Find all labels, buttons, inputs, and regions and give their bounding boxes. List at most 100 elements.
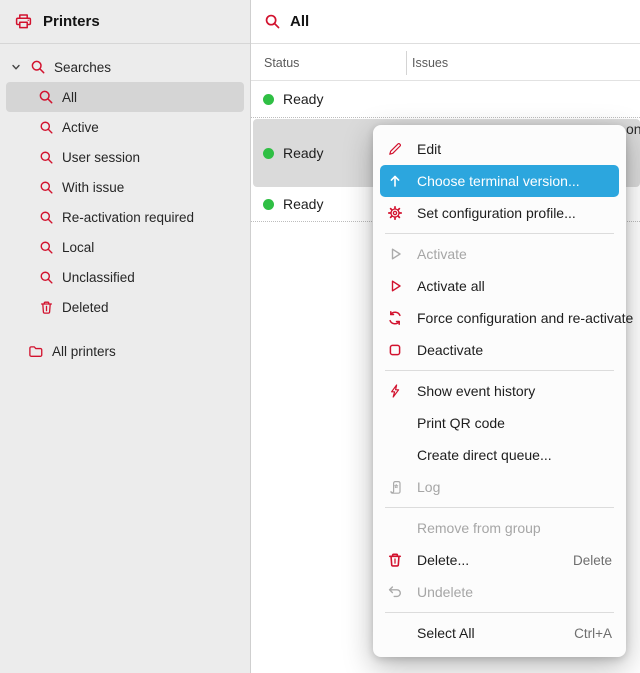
truncated-issue-text: on xyxy=(626,121,640,137)
menu-item-activate-all[interactable]: Activate all xyxy=(373,270,626,302)
search-icon xyxy=(38,120,54,135)
search-icon xyxy=(38,240,54,255)
menu-separator xyxy=(385,507,614,508)
menu-item-undelete: Undelete xyxy=(373,576,626,608)
sidebar-item-label: Re-activation required xyxy=(62,210,194,225)
sidebar-item-local[interactable]: Local xyxy=(0,232,250,262)
menu-item-label: Activate xyxy=(417,246,612,262)
lightning-icon xyxy=(387,383,403,399)
table-row[interactable]: Ready xyxy=(251,81,640,118)
column-header-status[interactable]: Status xyxy=(264,56,299,70)
table-header: Status Issues xyxy=(251,44,640,81)
status-ready-dot xyxy=(263,148,274,159)
status-ready-dot xyxy=(263,199,274,210)
menu-item-create-direct-queue[interactable]: Create direct queue... xyxy=(373,439,626,471)
menu-item-delete[interactable]: Delete... Delete xyxy=(373,544,626,576)
sidebar-header: Printers xyxy=(0,0,250,44)
printers-app-window: Printers Searches All xyxy=(0,0,640,673)
sidebar-item-label: Active xyxy=(62,120,99,135)
menu-item-shortcut: Ctrl+A xyxy=(564,626,612,641)
stop-icon xyxy=(387,342,403,358)
search-icon xyxy=(30,59,46,75)
sidebar-item-label: Deleted xyxy=(62,300,109,315)
sidebar-item-user-session[interactable]: User session xyxy=(0,142,250,172)
menu-item-label: Log xyxy=(417,479,612,495)
menu-item-label: Remove from group xyxy=(417,520,612,536)
status-text: Ready xyxy=(283,145,323,161)
chevron-down-icon[interactable] xyxy=(10,61,22,73)
play-icon xyxy=(387,278,403,294)
menu-item-force-configuration-reactivate[interactable]: Force configuration and re-activate xyxy=(373,302,626,334)
view-header: All xyxy=(251,0,640,44)
gear-icon xyxy=(387,205,403,221)
menu-item-print-qr-code[interactable]: Print QR code xyxy=(373,407,626,439)
status-text: Ready xyxy=(283,196,323,212)
menu-item-label: Undelete xyxy=(417,584,612,600)
sidebar-item-reactivation-required[interactable]: Re-activation required xyxy=(0,202,250,232)
search-icon xyxy=(38,270,54,285)
menu-separator xyxy=(385,612,614,613)
menu-item-select-all[interactable]: Select All Ctrl+A xyxy=(373,617,626,649)
printer-icon xyxy=(14,12,33,31)
menu-item-label: Deactivate xyxy=(417,342,612,358)
sidebar-item-unclassified[interactable]: Unclassified xyxy=(0,262,250,292)
pencil-icon xyxy=(387,141,403,157)
menu-item-show-event-history[interactable]: Show event history xyxy=(373,375,626,407)
sidebar: Printers Searches All xyxy=(0,0,251,673)
menu-item-activate: Activate xyxy=(373,238,626,270)
search-icon xyxy=(264,13,281,30)
menu-item-choose-terminal-version[interactable]: Choose terminal version... xyxy=(380,165,619,197)
sidebar-item-label: All xyxy=(62,90,77,105)
menu-item-label: Show event history xyxy=(417,383,612,399)
menu-item-remove-from-group: Remove from group xyxy=(373,512,626,544)
status-text: Ready xyxy=(283,91,323,107)
tree-group-label: Searches xyxy=(54,60,111,75)
tree-group-searches[interactable]: Searches xyxy=(0,52,250,82)
app-title: Printers xyxy=(43,13,100,30)
menu-item-deactivate[interactable]: Deactivate xyxy=(373,334,626,366)
menu-item-set-configuration-profile[interactable]: Set configuration profile... xyxy=(373,197,626,229)
sidebar-item-label: All printers xyxy=(52,344,116,359)
scroll-icon xyxy=(387,479,403,495)
sidebar-item-label: Unclassified xyxy=(62,270,135,285)
sidebar-item-deleted[interactable]: Deleted xyxy=(0,292,250,322)
column-header-issues[interactable]: Issues xyxy=(412,56,448,70)
search-icon xyxy=(38,150,54,165)
menu-item-shortcut: Delete xyxy=(563,553,612,568)
folder-icon xyxy=(28,343,44,360)
trash-icon xyxy=(38,300,54,315)
menu-item-label: Activate all xyxy=(417,278,612,294)
play-icon xyxy=(387,246,403,262)
menu-item-label: Print QR code xyxy=(417,415,612,431)
sidebar-item-with-issue[interactable]: With issue xyxy=(0,172,250,202)
menu-item-log: Log xyxy=(373,471,626,503)
menu-item-edit[interactable]: Edit xyxy=(373,133,626,165)
search-icon xyxy=(38,210,54,225)
menu-item-label: Force configuration and re-activate xyxy=(417,310,633,326)
context-menu: Edit Choose terminal version... Set conf… xyxy=(373,125,626,657)
menu-item-label: Set configuration profile... xyxy=(417,205,612,221)
undo-icon xyxy=(387,584,403,600)
search-icon xyxy=(38,180,54,195)
sidebar-item-all[interactable]: All xyxy=(6,82,244,112)
column-divider xyxy=(406,51,407,75)
menu-item-label: Select All xyxy=(417,625,564,641)
refresh-icon xyxy=(387,310,403,326)
menu-item-label: Delete... xyxy=(417,552,563,568)
search-icon xyxy=(38,89,54,105)
page-title: All xyxy=(290,13,309,30)
sidebar-item-all-printers[interactable]: All printers xyxy=(0,336,250,366)
status-ready-dot xyxy=(263,94,274,105)
menu-item-label: Edit xyxy=(417,141,612,157)
sidebar-item-active[interactable]: Active xyxy=(0,112,250,142)
sidebar-item-label: With issue xyxy=(62,180,124,195)
menu-item-label: Create direct queue... xyxy=(417,447,612,463)
arrow-up-icon xyxy=(387,173,403,189)
trash-icon xyxy=(387,552,403,568)
sidebar-item-label: Local xyxy=(62,240,94,255)
menu-separator xyxy=(385,233,614,234)
sidebar-item-label: User session xyxy=(62,150,140,165)
menu-item-label: Choose terminal version... xyxy=(417,173,612,189)
menu-separator xyxy=(385,370,614,371)
sidebar-tree: Searches All Active User session xyxy=(0,44,250,366)
